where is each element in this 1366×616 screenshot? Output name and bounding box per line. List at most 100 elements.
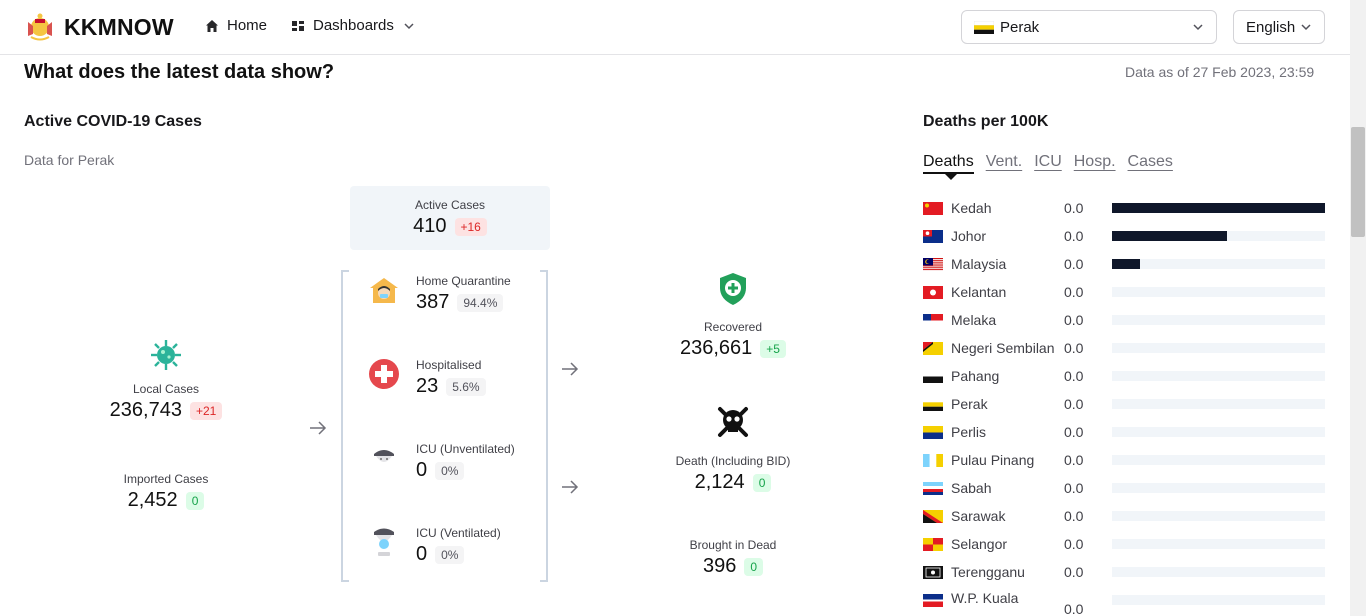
active-tab-pointer xyxy=(944,173,958,180)
active-cases-box: Active Cases 410 +16 xyxy=(350,186,550,250)
state-bar-track xyxy=(1112,427,1325,437)
bid-label: Brought in Dead xyxy=(689,538,777,552)
chevron-down-icon xyxy=(1301,24,1311,31)
brand-name[interactable]: KKMNOW xyxy=(64,14,174,41)
shield-plus-icon xyxy=(720,273,746,305)
nav-dashboards-dropdown[interactable]: Dashboards xyxy=(291,17,416,34)
terengganu-flag-icon xyxy=(923,565,943,579)
tab-hosp[interactable]: Hosp. xyxy=(1074,153,1116,174)
active-cases-title: Active COVID-19 Cases xyxy=(24,113,202,130)
active-cases-delta: +16 xyxy=(454,217,487,236)
state-bar-track xyxy=(1112,511,1325,521)
patient-face-icon xyxy=(374,450,394,462)
icu-unventilated-label: ICU (Unventilated) xyxy=(416,442,515,456)
home-quarantine-block: Home Quarantine 387 94.4% xyxy=(368,274,511,314)
state-name: Selangor xyxy=(951,536,1008,552)
bracket-left xyxy=(341,270,349,582)
state-value: 0.0 xyxy=(1064,340,1084,356)
skull-crossbones-icon xyxy=(718,407,748,437)
state-value: 0.0 xyxy=(1064,564,1084,580)
state-rank-row: Kedah 0.0 xyxy=(923,194,1325,222)
language-selector-value: English xyxy=(1246,18,1296,36)
recovered-label: Recovered xyxy=(703,320,763,334)
state-name: Melaka xyxy=(951,312,997,328)
icu-unventilated-value: 0 xyxy=(416,459,428,481)
selangor-flag-icon xyxy=(923,537,943,551)
state-bar-track xyxy=(1112,371,1325,381)
hospitalised-block: Hospitalised 23 5.6% xyxy=(368,358,486,398)
state-name: Malaysia xyxy=(951,256,1007,272)
imported-cases-delta: 0 xyxy=(185,491,205,510)
tab-cases[interactable]: Cases xyxy=(1128,153,1173,174)
tab-vent[interactable]: Vent. xyxy=(986,153,1022,174)
sabah-flag-icon xyxy=(923,481,943,495)
nav-home-link[interactable]: Home xyxy=(205,17,267,34)
state-ranking-list: Kedah 0.0 Johor 0.0 Malaysia 0.0 Kelantan 0.0 Me… xyxy=(923,194,1325,616)
state-selector[interactable]: Perak xyxy=(961,10,1217,44)
state-bar-track xyxy=(1112,399,1325,409)
kelantan-flag-icon xyxy=(923,285,943,299)
icu-ventilated-label: ICU (Ventilated) xyxy=(416,526,501,540)
state-rank-row: Terengganu 0.0 xyxy=(923,558,1325,586)
state-bar-track xyxy=(1112,231,1325,241)
perak-flag-icon xyxy=(923,397,943,411)
johor-flag-icon xyxy=(923,229,943,243)
state-bar-track xyxy=(1112,203,1325,213)
dashboard-icon xyxy=(292,20,304,31)
state-value: 0.0 xyxy=(1064,284,1084,300)
perlis-flag-icon xyxy=(923,425,943,439)
tab-icu[interactable]: ICU xyxy=(1034,153,1062,174)
state-bar-track xyxy=(1112,455,1325,465)
state-name: Kelantan xyxy=(951,284,1007,300)
state-value: 0.0 xyxy=(1064,228,1084,244)
state-name: Kedah xyxy=(951,200,992,216)
bracket-right xyxy=(540,270,548,582)
state-value: 0.0 xyxy=(1064,452,1084,468)
state-name: Sabah xyxy=(951,480,992,496)
death-delta: 0 xyxy=(752,473,772,492)
state-value: 0.0 xyxy=(1064,396,1084,412)
state-rank-row: Perak 0.0 xyxy=(923,390,1325,418)
state-bar-track xyxy=(1112,595,1325,605)
page-scrollbar-thumb[interactable] xyxy=(1351,127,1365,237)
kedah-flag-icon xyxy=(923,201,943,215)
state-bar-fill xyxy=(1112,259,1140,269)
house-person-icon xyxy=(370,278,398,303)
hospitalised-label: Hospitalised xyxy=(416,358,482,372)
state-name: W.P. Kuala xyxy=(951,590,1019,606)
page-scrollbar-track[interactable] xyxy=(1350,0,1366,616)
state-rank-row: Pulau Pinang 0.0 xyxy=(923,446,1325,474)
state-name: Pulau Pinang xyxy=(951,452,1035,468)
kkm-crest-logo[interactable] xyxy=(24,12,56,42)
hospitalised-pct: 5.6% xyxy=(446,377,486,396)
local-cases-label: Local Cases xyxy=(132,382,200,396)
metric-tabs: Deaths Vent. ICU Hosp. Cases xyxy=(923,153,1173,174)
state-rank-row: Pahang 0.0 xyxy=(923,362,1325,390)
perak-flag-icon xyxy=(974,20,994,34)
recovered-block: Recovered 236,661 +5 xyxy=(658,272,808,360)
deaths-per-100k-title: Deaths per 100K xyxy=(923,113,1049,130)
state-bar-fill xyxy=(1112,231,1228,241)
state-rank-row: Melaka 0.0 xyxy=(923,306,1325,334)
state-bar-track xyxy=(1112,343,1325,353)
state-value: 0.0 xyxy=(1064,200,1084,216)
state-name: Sarawak xyxy=(951,508,1006,524)
tab-deaths[interactable]: Deaths xyxy=(923,153,974,174)
recovered-delta: +5 xyxy=(760,339,786,358)
local-cases-value: 236,743 xyxy=(109,399,182,421)
w-p-kuala-flag-icon xyxy=(923,593,943,607)
nav-dashboards-label: Dashboards xyxy=(313,17,394,34)
state-rank-row: Negeri Sembilan 0.0 xyxy=(923,334,1325,362)
state-value: 0.0 xyxy=(1064,536,1084,552)
icu-unventilated-block: ICU (Unventilated) 0 0% xyxy=(368,442,515,482)
chevron-down-icon xyxy=(1193,24,1203,31)
hospitalised-value: 23 xyxy=(416,375,439,397)
state-value: 0.0 xyxy=(1064,424,1084,440)
language-selector[interactable]: English xyxy=(1233,10,1325,44)
state-name: Perak xyxy=(951,396,988,412)
imported-cases-block: Imported Cases 2,452 0 xyxy=(96,472,236,512)
state-rank-row: Malaysia 0.0 xyxy=(923,250,1325,278)
active-cases-value: 410 xyxy=(413,215,447,237)
state-bar-track xyxy=(1112,287,1325,297)
local-cases-block: Local Cases 236,743 +21 xyxy=(96,338,236,422)
